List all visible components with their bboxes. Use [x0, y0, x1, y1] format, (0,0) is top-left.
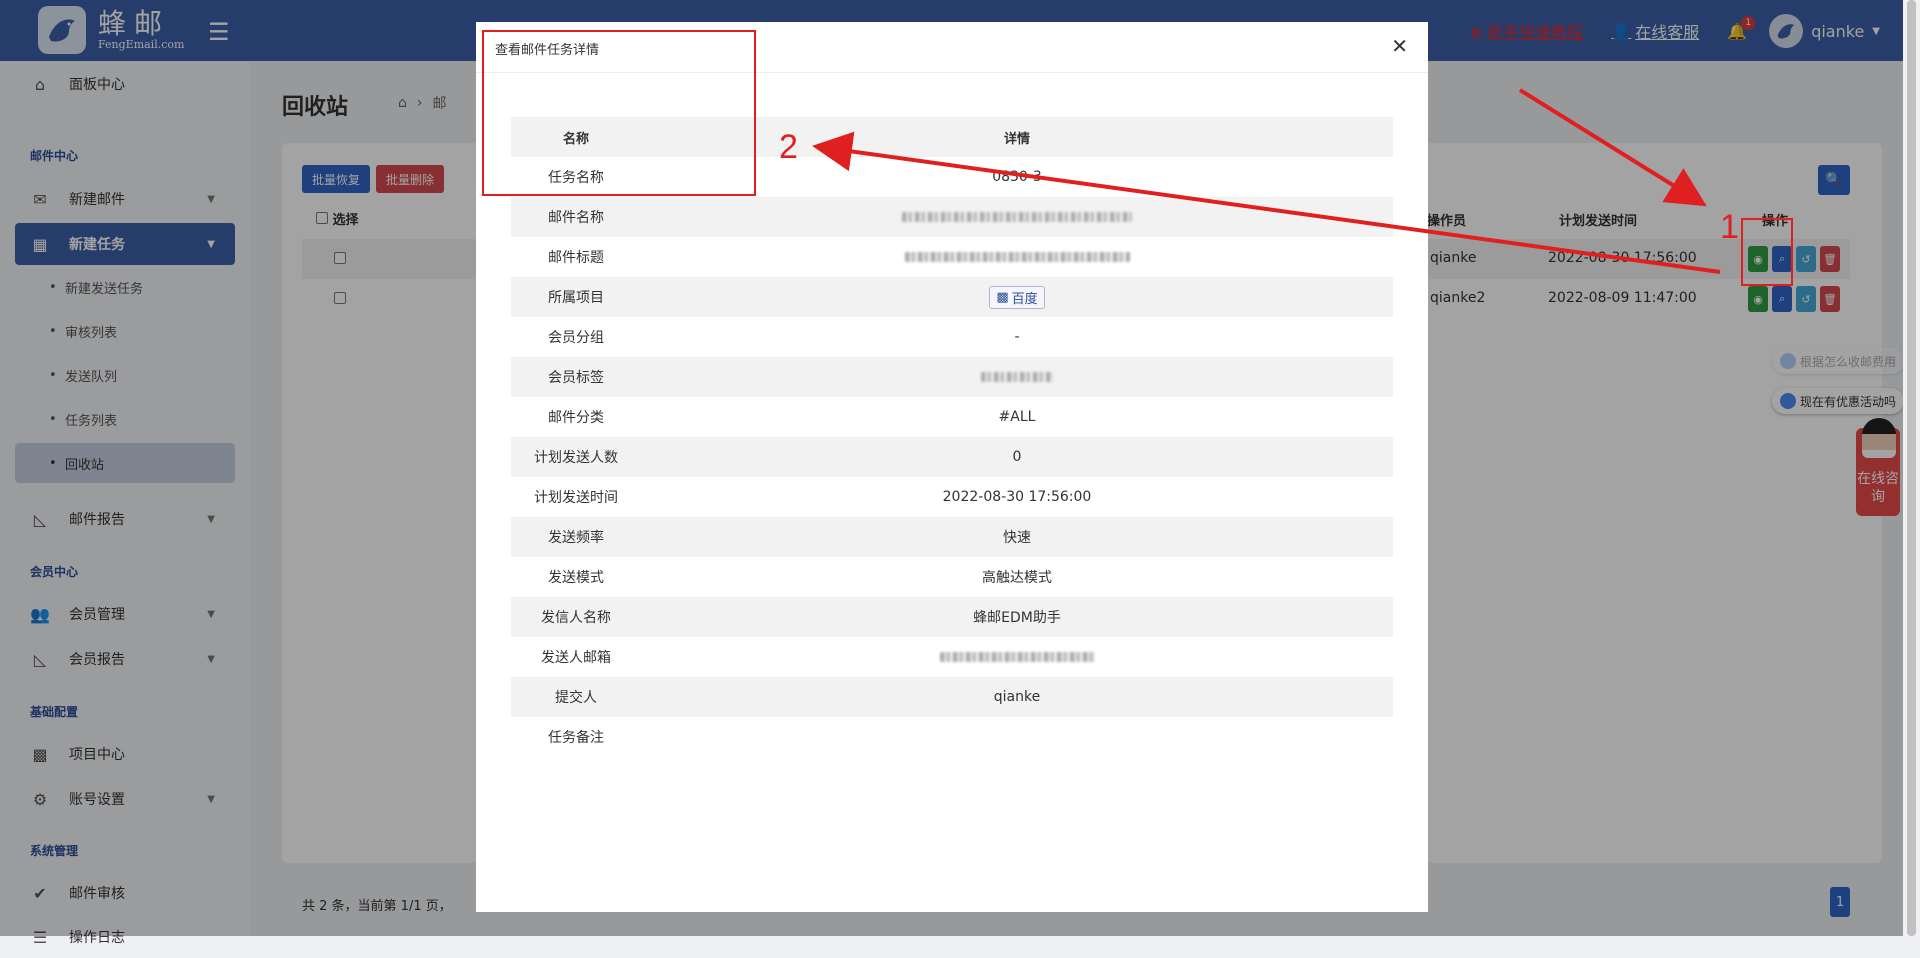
close-icon[interactable]: ✕ [1391, 34, 1408, 58]
detail-row-mail-category: 邮件分类 #ALL [548, 409, 1036, 426]
redacted-value [939, 652, 1095, 662]
detail-row-sender-email: 发送人邮箱 [511, 637, 1393, 677]
redacted-value [902, 212, 1132, 222]
detail-row-planned-time: 计划发送时间 2022-08-30 17:56:00 [534, 489, 1092, 506]
annotation-box-1 [1741, 218, 1793, 286]
detail-row-member-group: 会员分组 - [548, 329, 1020, 346]
detail-row-project: 所属项目 ▩ 百度 [511, 277, 1393, 317]
detail-row-frequency: 发送频率 快速 [511, 517, 1393, 557]
annotation-number-1: 1 [1720, 208, 1739, 246]
detail-row-planned-count: 计划发送人数 0 [511, 437, 1393, 477]
detail-row-mail-subject: 邮件标题 [511, 237, 1393, 277]
detail-row-task-note: 任务备注 [548, 730, 604, 746]
detail-row-mail-name: 邮件名称 [511, 197, 1393, 237]
annotation-number-2: 2 [779, 128, 798, 166]
detail-row-submitter: 提交人 qianke [511, 677, 1393, 717]
annotation-box-2 [482, 30, 756, 196]
scrollbar-thumb[interactable] [1907, 0, 1916, 936]
detail-row-send-mode: 发送模式 高触达模式 [548, 570, 1052, 586]
detail-row-sender-name: 发信人名称 蜂邮EDM助手 [511, 597, 1393, 637]
redacted-value [904, 252, 1130, 262]
detail-table: 名称 详情 任务名称 0830-3 邮件名称 邮件标题 所属项目 ▩ 百度 会员分组 - … [511, 117, 1393, 757]
page-scrollbar[interactable] [1903, 0, 1920, 936]
redacted-value [981, 372, 1053, 382]
cubes-icon: ▩ [996, 289, 1009, 305]
project-tag: ▩ 百度 [989, 285, 1045, 309]
detail-row-member-tag: 会员标签 [511, 357, 1393, 397]
